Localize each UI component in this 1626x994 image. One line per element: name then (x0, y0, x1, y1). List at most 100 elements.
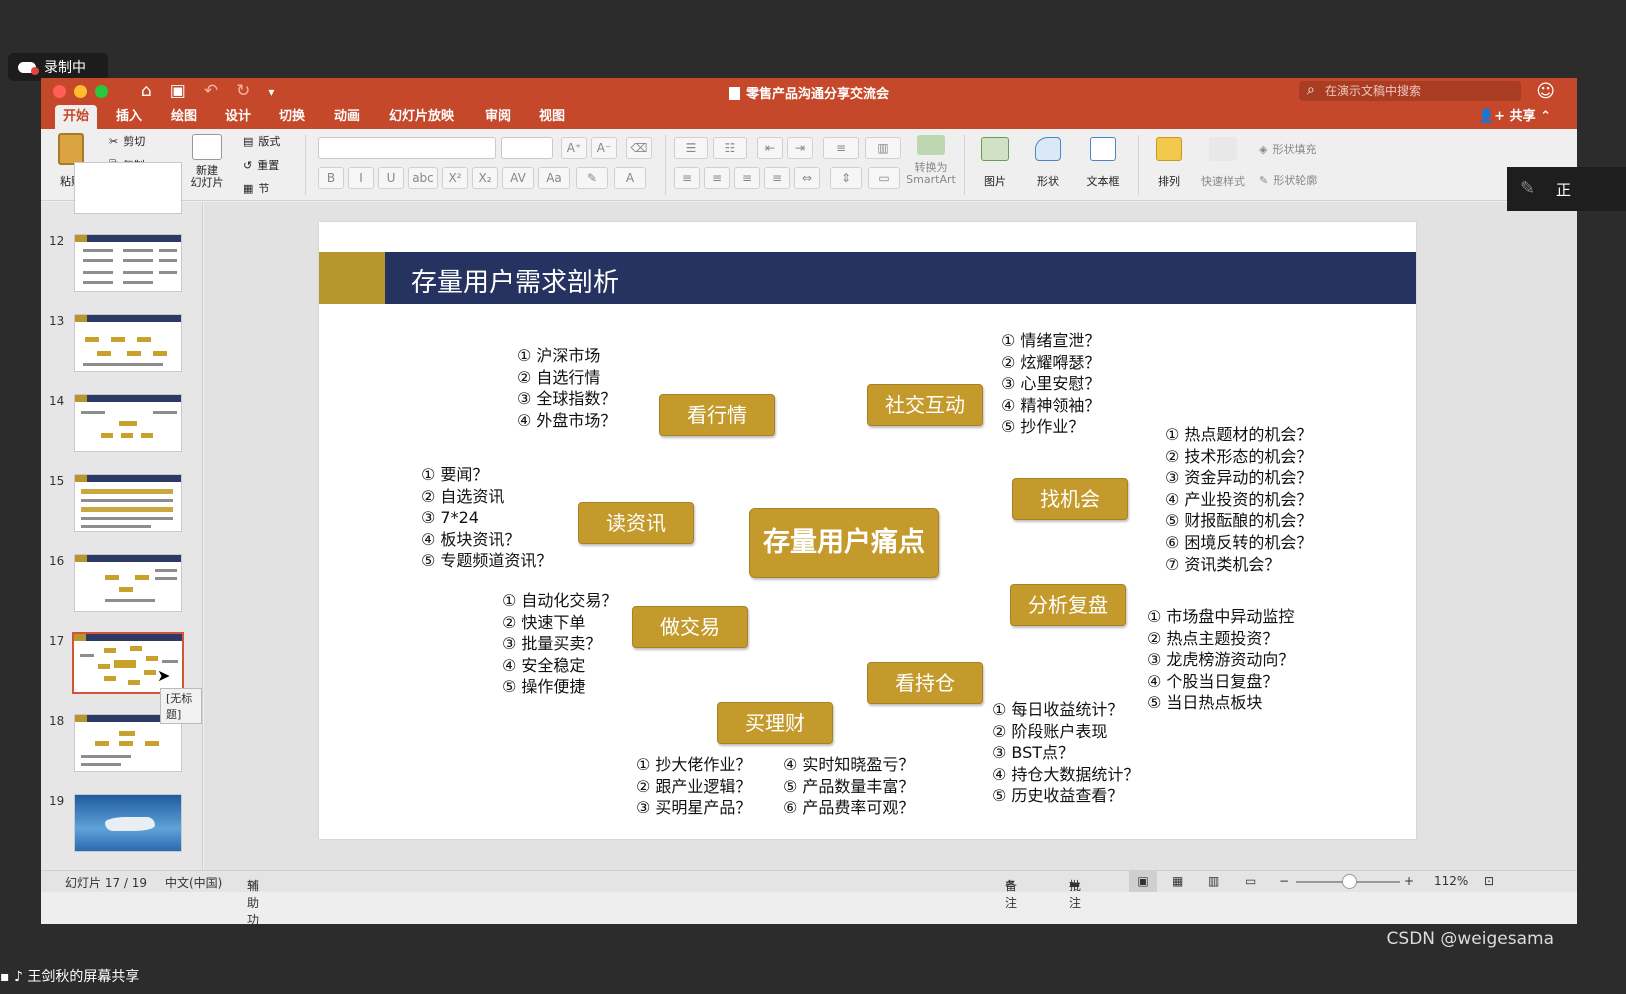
node-fenxi[interactable]: 分析复盘 (1010, 584, 1126, 626)
microphone-icon: ♪ (13, 969, 23, 985)
tab-view[interactable]: 视图 (531, 105, 573, 129)
header-accent-block (319, 252, 385, 304)
node-zhaojihui[interactable]: 找机会 (1012, 478, 1128, 520)
zoom-out-icon[interactable]: − (1279, 874, 1289, 888)
italic-button[interactable]: I (348, 167, 374, 189)
search-input[interactable]: 在演示文稿中搜索 (1299, 80, 1521, 101)
arrange-button[interactable]: 排列 (1147, 137, 1191, 189)
shape-outline-button[interactable]: ✎ 形状轮廓 (1259, 172, 1317, 188)
share-button[interactable]: 👤+ 共享 ⌃ (1478, 105, 1551, 129)
quick-styles-icon (1209, 137, 1237, 161)
slide-thumbnail-pane: 12 13 14 15 16 17 18 19 ➤ [无标题] (41, 162, 203, 870)
thumbnail-image (74, 794, 182, 852)
subscript-button[interactable]: X₂ (472, 167, 498, 189)
slide-sorter-icon[interactable]: ▦ (1172, 874, 1183, 888)
clear-format-icon[interactable]: ⌫ (626, 137, 652, 159)
normal-view-icon[interactable]: ▣ (1129, 871, 1157, 892)
grow-font-button[interactable]: A⁺ (561, 137, 587, 159)
fit-to-window-icon[interactable]: ⊡ (1484, 874, 1494, 888)
language-indicator[interactable]: 中文(中国) (165, 874, 222, 891)
reading-view-icon[interactable]: ▥ (1208, 874, 1219, 888)
layout-button[interactable]: ▤ 版式 (243, 133, 280, 149)
align-center-icon[interactable]: ≡ (704, 167, 730, 189)
list-kanchicang[interactable]: ① 每日收益统计？ ② 阶段账户表现 ③ BST点？ ④ 持仓大数据统计？ ⑤ … (992, 699, 1139, 807)
convert-smartart-button[interactable]: 转换为 SmartArt (903, 135, 959, 186)
line-spacing-icon[interactable]: ≡ (823, 137, 859, 159)
clipboard-icon (58, 133, 84, 165)
zoom-slider-handle[interactable] (1342, 874, 1357, 889)
zoom-in-icon[interactable]: + (1404, 874, 1414, 888)
align-right-icon[interactable]: ≡ (734, 167, 760, 189)
increase-indent-icon[interactable]: ⇥ (787, 137, 813, 159)
paint-bucket-icon: ◈ (1259, 142, 1268, 156)
list-zhaojihui[interactable]: ① 热点题材的机会？ ② 技术形态的机会？ ③ 资金异动的机会？ ④ 产业投资的… (1165, 424, 1312, 575)
account-icon[interactable]: ☺ (1536, 81, 1555, 102)
change-case-button[interactable]: Aa (538, 167, 570, 189)
tab-review[interactable]: 审阅 (477, 105, 519, 129)
underline-button[interactable]: U (378, 167, 404, 189)
thumbnail-image (74, 314, 182, 372)
section-icon: ▦ (243, 181, 254, 195)
shape-button[interactable]: 形状 (1026, 137, 1070, 189)
text-direction-icon[interactable]: ⇕ (830, 167, 862, 189)
zoom-level[interactable]: 112% (1434, 874, 1468, 888)
align-text-icon[interactable]: ▭ (868, 167, 900, 189)
shape-fill-button[interactable]: ◈ 形状填充 (1259, 141, 1316, 157)
tab-draw[interactable]: 绘图 (163, 105, 205, 129)
highlight-icon[interactable]: ✎ (576, 167, 608, 189)
quick-styles-button[interactable]: 快速样式 (1197, 137, 1249, 189)
font-color-button[interactable]: A (614, 167, 646, 189)
font-name-field[interactable] (318, 137, 496, 159)
current-slide[interactable]: 存量用户需求剖析 看行情 社交互动 读资讯 存量用户痛点 找机会 做交易 分析复… (319, 222, 1416, 839)
picture-button[interactable]: 图片 (973, 137, 1017, 189)
slide-position: 幻灯片 17 / 19 (65, 876, 148, 890)
tab-home[interactable]: 开始 (55, 105, 98, 129)
font-size-field[interactable] (501, 137, 553, 159)
justify-icon[interactable]: ≡ (764, 167, 790, 189)
list-duzixun[interactable]: ① 要闻？ ② 自选资讯 ③ 7*24 ④ 板块资讯？ ⑤ 专题频道资讯？ (421, 464, 552, 572)
new-slide-button[interactable]: 新建 幻灯片 (185, 134, 229, 189)
tab-design[interactable]: 设计 (217, 105, 259, 129)
strikethrough-button[interactable]: abc (408, 167, 438, 189)
list-mailicai-right[interactable]: ④ 实时知晓盈亏？ ⑤ 产品数量丰富？ ⑥ 产品费率可观？ (783, 754, 914, 819)
node-duzixun[interactable]: 读资讯 (578, 502, 694, 544)
arrange-icon (1156, 137, 1182, 161)
thumbnail-image (74, 394, 182, 452)
tab-animations[interactable]: 动画 (326, 105, 368, 129)
ribbon-tabs: 开始 插入 绘图 设计 切换 动画 幻灯片放映 审阅 视图 👤+ 共享 ⌃ (41, 105, 1577, 129)
textbox-button[interactable]: 文本框 (1079, 137, 1127, 189)
slide-title[interactable]: 存量用户需求剖析 (411, 262, 619, 299)
document-icon (728, 87, 740, 100)
node-kanchicang[interactable]: 看持仓 (867, 662, 983, 704)
slideshow-view-icon[interactable]: ▭ (1245, 874, 1256, 888)
cut-button[interactable]: ✂ 剪切 (109, 133, 145, 149)
tab-transitions[interactable]: 切换 (271, 105, 313, 129)
columns-icon[interactable]: ▥ (865, 137, 901, 159)
tab-insert[interactable]: 插入 (108, 105, 150, 129)
align-left-icon[interactable]: ≡ (674, 167, 700, 189)
list-fenxi[interactable]: ① 市场盘中异动监控 ② 热点主题投资？ ③ 龙虎榜游资动向？ ④ 个股当日复盘… (1147, 606, 1294, 714)
char-spacing-button[interactable]: AV (502, 167, 534, 189)
node-center[interactable]: 存量用户痛点 (749, 508, 939, 578)
shrink-font-button[interactable]: A⁻ (591, 137, 617, 159)
section-button[interactable]: ▦ 节 (243, 180, 269, 196)
side-panel-tab[interactable]: ✎ 正 (1507, 167, 1626, 211)
textbox-icon (1090, 137, 1116, 161)
distribute-icon[interactable]: ⇔ (794, 167, 820, 189)
list-zuojiaoyi[interactable]: ① 自动化交易？ ② 快速下单 ③ 批量买卖？ ④ 安全稳定 ⑤ 操作便捷 (502, 590, 617, 698)
tab-slideshow[interactable]: 幻灯片放映 (381, 105, 462, 129)
decrease-indent-icon[interactable]: ⇤ (757, 137, 783, 159)
superscript-button[interactable]: X² (442, 167, 468, 189)
bullets-icon[interactable]: ☰ (674, 137, 708, 159)
node-zuojiaoyi[interactable]: 做交易 (632, 606, 748, 648)
numbering-icon[interactable]: ☷ (713, 137, 747, 159)
list-shejiao[interactable]: ① 情绪宣泄？ ② 炫耀嘚瑟？ ③ 心里安慰？ ④ 精神领袖？ ⑤ 抄作业？ (1001, 330, 1100, 438)
list-mailicai-left[interactable]: ① 抄大佬作业？ ② 跟产业逻辑？ ③ 买明星产品？ (636, 754, 751, 819)
node-kanhangqing[interactable]: 看行情 (659, 394, 775, 436)
node-mailicai[interactable]: 买理财 (717, 702, 833, 744)
thumbnail-image (74, 474, 182, 532)
node-shejiao[interactable]: 社交互动 (867, 384, 983, 426)
reset-button[interactable]: ↺ 重置 (243, 157, 279, 173)
list-kanhangqing[interactable]: ① 沪深市场 ② 自选行情 ③ 全球指数？ ④ 外盘市场？ (517, 345, 616, 431)
bold-button[interactable]: B (318, 167, 344, 189)
